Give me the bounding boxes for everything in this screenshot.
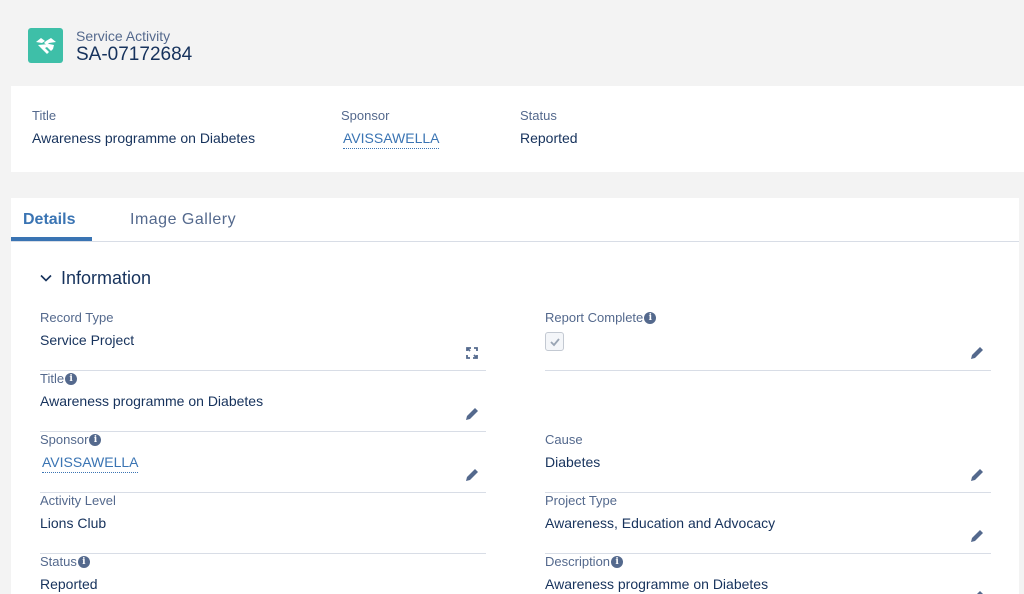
highlight-sponsor-label: Sponsor: [341, 108, 390, 123]
field-label: Project Type: [545, 493, 618, 508]
field-record-type: Record Type Service Project: [40, 310, 486, 371]
highlight-title: Title Awareness programme on Diabetes: [32, 108, 255, 146]
field-label: Status i: [40, 554, 90, 569]
field-label: Record Type: [40, 310, 114, 325]
highlight-title-label: Title: [32, 108, 57, 123]
field-label: Title i: [40, 371, 78, 386]
tab-image-gallery[interactable]: Image Gallery: [130, 211, 236, 229]
field-description: Description i Awareness programme on Diab…: [545, 554, 991, 594]
highlight-status-value: Reported: [520, 130, 578, 146]
info-icon[interactable]: i: [65, 372, 78, 385]
active-tab-indicator: [11, 237, 92, 241]
sponsor-link[interactable]: AVISSAWELLA: [42, 454, 139, 473]
field-value: Diabetes: [545, 454, 601, 470]
field-label: Activity Level: [40, 493, 116, 508]
section-title: Information: [61, 267, 152, 288]
report-complete-checkbox: [545, 332, 564, 351]
field-sponsor: Sponsor i AVISSAWELLA: [40, 432, 486, 493]
highlight-status-label: Status: [520, 108, 557, 123]
chevron-down-icon: [40, 274, 52, 282]
info-icon[interactable]: i: [89, 433, 102, 446]
field-title: Title i Awareness programme on Diabetes: [40, 371, 486, 432]
tab-bar: Details Image Gallery: [11, 198, 1019, 242]
field-status: Status i Reported: [40, 554, 486, 594]
field-label: Report Complete i: [545, 310, 657, 325]
highlight-sponsor: Sponsor AVISSAWELLA: [341, 108, 440, 149]
field-activity-level: Activity Level Lions Club: [40, 493, 486, 554]
field-report-complete: Report Complete i: [545, 310, 991, 371]
edit-pencil-icon[interactable]: [969, 345, 985, 361]
field-value: Lions Club: [40, 515, 107, 531]
edit-pencil-icon[interactable]: [969, 589, 985, 594]
info-icon[interactable]: i: [611, 555, 624, 568]
info-icon[interactable]: i: [644, 311, 657, 324]
details-panel: Details Image Gallery Information Record…: [11, 198, 1019, 594]
object-type-label: Service Activity: [76, 28, 171, 44]
edit-pencil-icon[interactable]: [969, 528, 985, 544]
highlights-panel: Title Awareness programme on Diabetes Sp…: [11, 86, 1024, 172]
field-label: Description i: [545, 554, 624, 569]
field-label: Cause: [545, 432, 583, 447]
handshake-icon: [28, 28, 63, 63]
checkmark-icon: [549, 337, 560, 346]
highlight-title-value: Awareness programme on Diabetes: [32, 130, 256, 146]
edit-pencil-icon[interactable]: [969, 467, 985, 483]
edit-pencil-icon[interactable]: [464, 467, 480, 483]
highlight-sponsor-link[interactable]: AVISSAWELLA: [343, 130, 440, 149]
page-header: Service Activity SA-07172684: [0, 0, 1024, 86]
record-name: SA-07172684: [76, 44, 193, 65]
field-project-type: Project Type Awareness, Education and Ad…: [545, 493, 991, 554]
section-information-toggle[interactable]: Information: [39, 266, 151, 290]
highlight-status: Status Reported: [520, 108, 578, 146]
field-value: Reported: [40, 576, 98, 592]
info-icon[interactable]: i: [77, 555, 90, 568]
field-value: Awareness programme on Diabetes: [40, 393, 264, 409]
field-value: Service Project: [40, 332, 135, 348]
change-record-type-icon[interactable]: [464, 345, 480, 361]
field-label: Sponsor i: [40, 432, 102, 447]
field-cause: Cause Diabetes: [545, 432, 991, 493]
edit-pencil-icon[interactable]: [464, 406, 480, 422]
field-value: Awareness, Education and Advocacy: [545, 515, 776, 531]
field-value: Awareness programme on Diabetes: [545, 576, 769, 592]
tab-details[interactable]: Details: [23, 211, 75, 229]
